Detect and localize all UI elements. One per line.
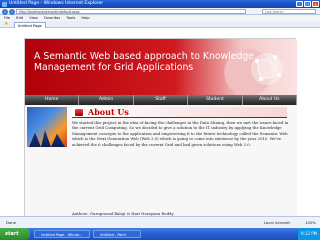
- nav-about-us[interactable]: About Us: [243, 95, 298, 105]
- about-us-heading: About Us: [72, 107, 287, 118]
- menu-help[interactable]: Help: [81, 16, 89, 20]
- status-text: Done: [6, 220, 16, 225]
- nav-admin[interactable]: Admin: [79, 95, 134, 105]
- content-area: About Us We started this project in the …: [25, 105, 297, 217]
- favorites-bar: ★ Untitled Page: [0, 21, 320, 28]
- forward-button[interactable]: ›: [9, 8, 15, 15]
- taskbar: start Untitled Page - Windo... Untitled …: [0, 228, 320, 240]
- team-image: [27, 107, 67, 147]
- minimize-button[interactable]: _: [296, 1, 303, 7]
- nav-staff[interactable]: Staff: [134, 95, 189, 105]
- window-title: Untitled Page - Windows Internet Explore…: [9, 1, 104, 6]
- start-button[interactable]: start: [0, 228, 30, 240]
- system-clock: 9:12 PM: [298, 228, 320, 240]
- heading-bullet-icon: [75, 109, 83, 116]
- page-panel: A Semantic Web based approach to Knowled…: [24, 38, 298, 217]
- maximize-button[interactable]: □: [304, 1, 311, 7]
- search-input[interactable]: Live Search: [262, 9, 316, 14]
- taskbar-item-ie[interactable]: Untitled Page - Windo...: [34, 230, 90, 238]
- banner-title: A Semantic Web based approach to Knowled…: [34, 51, 254, 73]
- menu-edit[interactable]: Edit: [16, 16, 23, 20]
- menu-view[interactable]: View: [29, 16, 38, 20]
- url-input[interactable]: http://localhost/semantic/default.aspx: [16, 9, 246, 14]
- about-heading-text: About Us: [88, 107, 129, 117]
- menu-favorites[interactable]: Favorites: [44, 16, 60, 20]
- taskbar-item-paint[interactable]: Untitled - Paint: [93, 230, 141, 238]
- nav-home[interactable]: Home: [25, 95, 80, 105]
- people-silhouettes: [29, 130, 65, 147]
- status-bar: Done Local intranet 100%: [0, 216, 320, 228]
- site-banner: A Semantic Web based approach to Knowled…: [25, 39, 297, 95]
- site-nav: Home Admin Staff Student About Us: [25, 95, 298, 105]
- browser-viewport: A Semantic Web based approach to Knowled…: [0, 28, 320, 217]
- about-paragraph: We started this project in the idea of f…: [72, 120, 289, 147]
- close-button[interactable]: x: [312, 1, 319, 7]
- window-titlebar: Untitled Page - Windows Internet Explore…: [0, 0, 320, 8]
- back-button[interactable]: ‹: [2, 8, 8, 15]
- menu-tools[interactable]: Tools: [66, 16, 75, 20]
- nav-student[interactable]: Student: [188, 95, 243, 105]
- address-bar: ‹ › http://localhost/semantic/default.as…: [0, 8, 320, 15]
- ie-icon: [2, 1, 7, 7]
- favorites-star-icon[interactable]: ★: [4, 21, 8, 27]
- menu-file[interactable]: File: [4, 16, 10, 20]
- grid-network-graphic: [251, 53, 283, 85]
- window-controls: _ □ x: [296, 1, 319, 7]
